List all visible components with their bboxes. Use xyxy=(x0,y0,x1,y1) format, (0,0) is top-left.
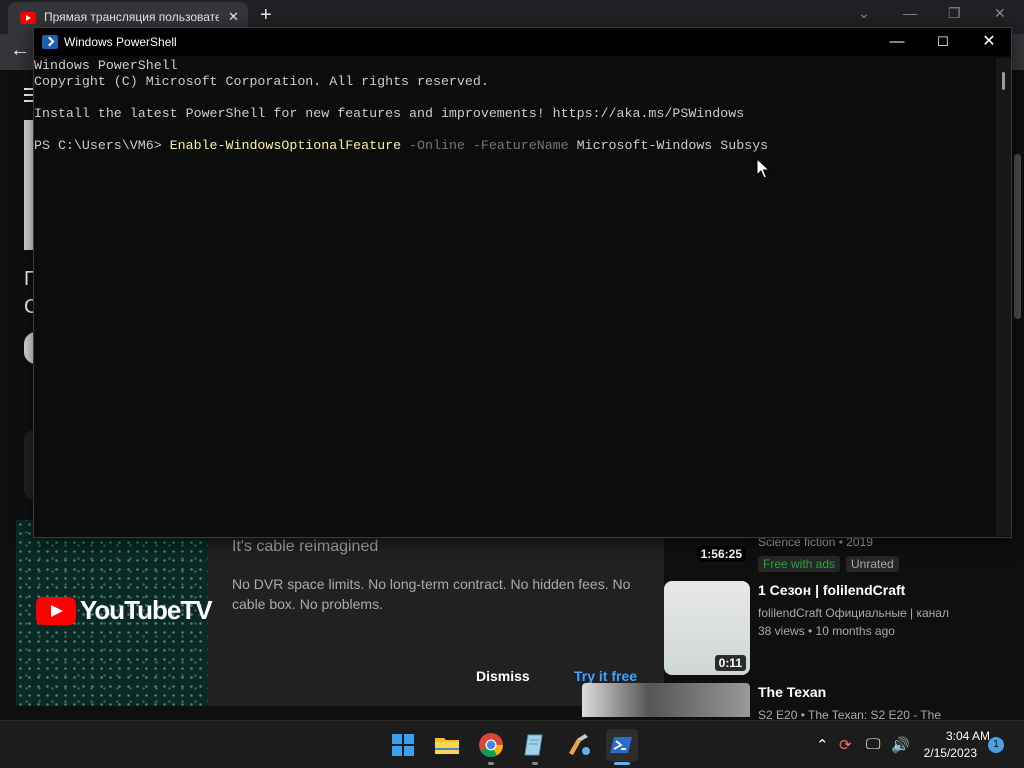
powershell-taskbar-icon[interactable] xyxy=(606,729,638,765)
command-line[interactable]: PS C:\Users\VM6> Enable-WindowsOptionalF… xyxy=(34,138,768,154)
tab-close-icon[interactable]: ✕ xyxy=(228,9,239,25)
rating-badge: Unrated xyxy=(846,556,899,572)
clock-time[interactable]: 3:04 AM xyxy=(910,729,990,743)
browser-restore-button[interactable]: ❐ xyxy=(948,5,961,22)
cmdlet-name: Enable-WindowsOptionalFeature xyxy=(169,138,402,153)
minimize-button[interactable]: — xyxy=(874,28,920,56)
duration-badge: 1:56:25 xyxy=(696,546,746,562)
window-title: Windows PowerShell xyxy=(64,35,177,49)
page-scroll-thumb[interactable] xyxy=(1014,154,1021,319)
update-icon[interactable]: ⟳ xyxy=(839,736,852,754)
network-icon[interactable]: 🖵 xyxy=(866,736,880,753)
show-hidden-icons-chevron-icon[interactable]: ⌃ xyxy=(816,736,829,754)
console-line: Install the latest PowerShell for new fe… xyxy=(34,106,745,121)
console-scroll-thumb[interactable] xyxy=(1002,72,1005,90)
notepad-icon[interactable] xyxy=(519,729,551,765)
youtube-play-icon xyxy=(36,597,76,625)
browser-minimize-button[interactable]: — xyxy=(903,5,917,21)
youtube-tv-logo: YouTubeTV xyxy=(36,595,213,627)
console-output[interactable]: Windows PowerShell Copyright (C) Microso… xyxy=(34,58,996,536)
clock-date[interactable]: 2/15/2023 xyxy=(910,746,977,760)
new-tab-button[interactable]: + xyxy=(260,4,272,27)
mouse-cursor-icon xyxy=(756,158,770,179)
free-with-ads-badge: Free with ads xyxy=(758,556,841,572)
argument-value: Microsoft-Windows Subsys xyxy=(576,138,769,153)
parameter: -Online xyxy=(409,138,465,153)
console-line: Copyright (C) Microsoft Corporation. All… xyxy=(34,74,489,89)
maximize-button[interactable]: ☐ xyxy=(920,28,966,56)
dismiss-button[interactable]: Dismiss xyxy=(476,668,530,684)
youtube-favicon-icon xyxy=(20,12,36,24)
try-it-free-button[interactable]: Try it free xyxy=(574,668,637,684)
tab-title: Прямая трансляция пользовате xyxy=(44,10,219,24)
promo-image: YouTubeTV xyxy=(16,520,213,706)
chrome-icon[interactable] xyxy=(475,729,507,765)
duration-badge: 0:11 xyxy=(714,655,746,671)
youtube-tv-promo: YouTubeTV It's cable reimagined No DVR s… xyxy=(16,520,664,706)
powershell-title-bar[interactable]: Windows PowerShell — ☐ ✕ xyxy=(34,28,1011,56)
video-title[interactable]: 1 Сезон | folilendCraft xyxy=(758,582,905,598)
browser-tab-search-icon[interactable]: ⌄ xyxy=(858,5,870,22)
console-scrollbar[interactable] xyxy=(996,58,1011,536)
channel-name[interactable]: folilendCraft Официальные | канал xyxy=(758,606,949,620)
powershell-icon xyxy=(42,35,58,49)
volume-icon[interactable]: 🔊 xyxy=(891,736,910,754)
paint-icon[interactable] xyxy=(563,729,595,761)
promo-body: No DVR space limits. No long-term contra… xyxy=(232,576,631,612)
desktop-screen: Прямая трансляция пользовате ✕ + ⌄ — ❐ ✕… xyxy=(0,0,1024,768)
video-thumbnail[interactable]: 0:11 xyxy=(664,581,750,675)
parameter: -FeatureName xyxy=(472,138,569,153)
console-line: Windows PowerShell xyxy=(34,58,178,73)
file-explorer-icon[interactable] xyxy=(431,729,463,761)
logo-text: YouTubeTV xyxy=(80,595,213,625)
page-scrollbar[interactable] xyxy=(1012,70,1024,720)
back-arrow-icon[interactable]: ← xyxy=(10,39,30,62)
browser-close-button[interactable]: ✕ xyxy=(994,5,1006,22)
taskbar: ⌃ ⟳ 🖵 🔊 3:04 AM 2/15/2023 1 xyxy=(0,720,1024,768)
promo-heading: It's cable reimagined xyxy=(232,538,379,555)
start-icon[interactable] xyxy=(387,729,419,761)
close-button[interactable]: ✕ xyxy=(966,28,1012,56)
notification-badge[interactable]: 1 xyxy=(988,737,1004,753)
powershell-window[interactable]: Windows PowerShell — ☐ ✕ Windows PowerSh… xyxy=(33,27,1012,538)
video-stats: 38 views • 10 months ago xyxy=(758,624,895,638)
prompt: PS C:\Users\VM6> xyxy=(34,138,170,153)
video-title[interactable]: The Texan xyxy=(758,684,826,700)
video-thumbnail[interactable] xyxy=(582,683,750,717)
